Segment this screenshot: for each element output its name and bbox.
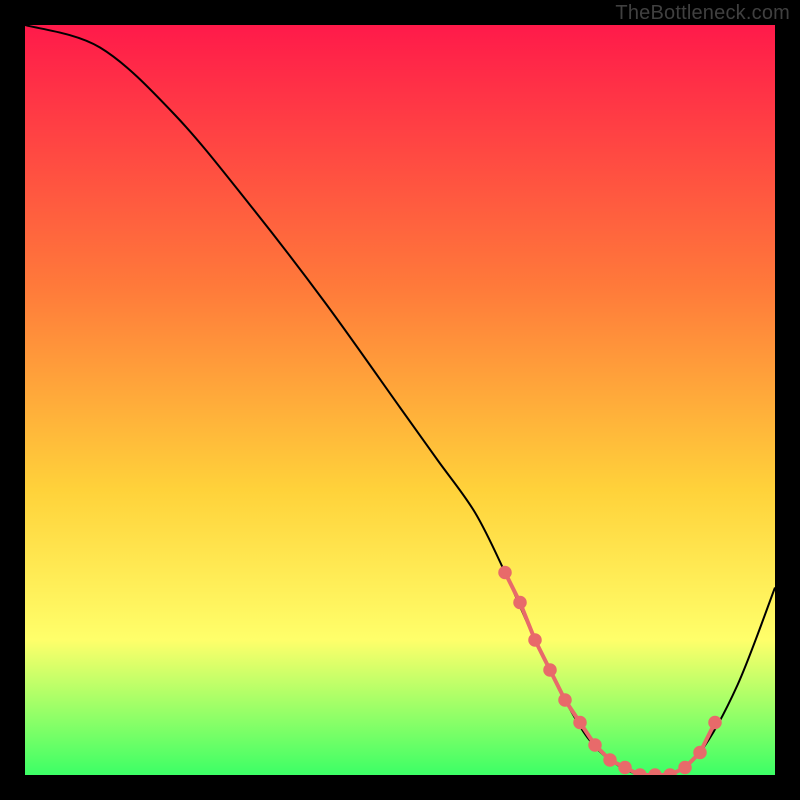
optimal-marker-dot [558, 693, 572, 707]
optimal-marker-dot [618, 761, 632, 775]
optimal-marker-dot [708, 716, 722, 730]
optimal-marker-dot [588, 738, 602, 752]
optimal-marker-dot [498, 566, 512, 580]
gradient-background [25, 25, 775, 775]
chart-frame: TheBottleneck.com [0, 0, 800, 800]
optimal-marker-dot [678, 761, 692, 775]
optimal-marker-dot [573, 716, 587, 730]
optimal-marker-dot [513, 596, 527, 610]
optimal-marker-dot [603, 753, 617, 767]
bottleneck-chart [25, 25, 775, 775]
optimal-marker-dot [693, 746, 707, 760]
optimal-marker-dot [543, 663, 557, 677]
attribution-label: TheBottleneck.com [615, 2, 790, 25]
optimal-marker-dot [528, 633, 542, 647]
